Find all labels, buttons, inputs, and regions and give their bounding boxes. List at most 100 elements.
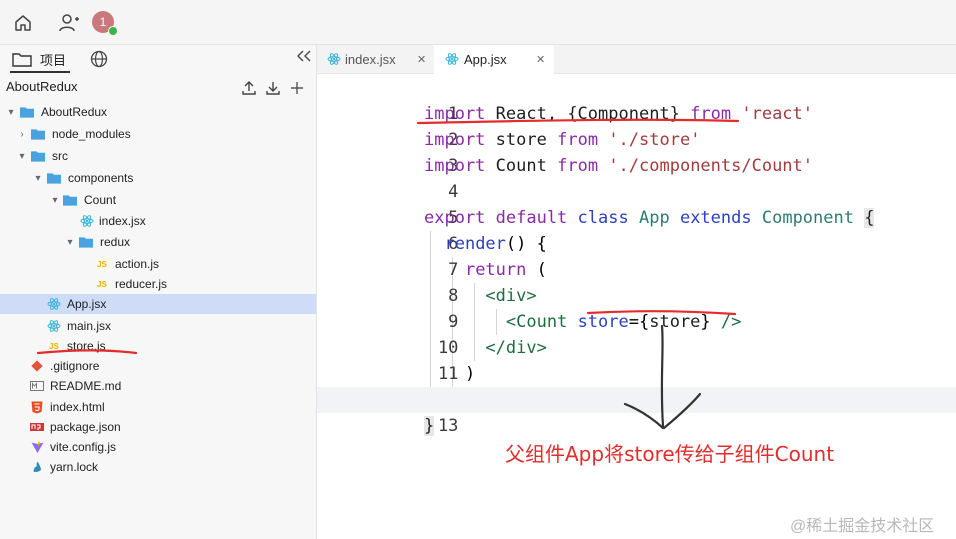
tree-item-gitignore[interactable]: .gitignore: [0, 356, 316, 376]
tree-item-count[interactable]: ▾ Count: [0, 190, 316, 210]
sidebar-tabs: 项目: [0, 45, 316, 73]
vite-icon: [30, 440, 44, 454]
watermark: @稀土掘金技术社区: [790, 518, 935, 535]
chevron-down-icon: ▾: [19, 150, 25, 162]
editor-tab-app-jsx[interactable]: App.jsx ✕: [434, 45, 554, 75]
code-line: 5 export default class App extends Compon…: [317, 179, 956, 228]
code-line: 10 </div>: [317, 309, 956, 358]
chevron-down-icon: ▾: [8, 106, 14, 118]
globe-icon[interactable]: [90, 49, 108, 69]
react-icon: [47, 319, 61, 333]
code-line: 12 }: [317, 361, 956, 410]
folder-icon: [12, 51, 32, 67]
tree-item-store-js[interactable]: JS store.js: [0, 336, 316, 356]
add-icon[interactable]: [288, 79, 306, 97]
download-icon[interactable]: [264, 79, 282, 97]
code-line: 9 <Count store={store} />: [317, 283, 956, 332]
close-icon[interactable]: ✕: [536, 53, 545, 66]
project-name: AboutRedux: [6, 79, 78, 94]
code-line: 1 import React, {Component} from 'react': [317, 75, 956, 124]
tree-item-label: index.jsx: [99, 214, 146, 228]
yarn-icon: [30, 460, 44, 474]
code-text: }: [424, 416, 435, 436]
tree-item-label: .gitignore: [50, 359, 100, 373]
tree-item-label: package.json: [50, 420, 121, 434]
folder-icon: [31, 149, 45, 163]
collapse-sidebar-icon[interactable]: [296, 49, 312, 68]
code-line: 2 import store from './store': [317, 101, 956, 150]
tree-item-node-modules[interactable]: › node_modules: [0, 124, 316, 144]
js-icon: JS: [97, 279, 107, 289]
tree-item-readme[interactable]: README.md: [0, 376, 316, 396]
tree-item-aboutredux[interactable]: ▾ AboutRedux: [0, 102, 316, 122]
home-icon[interactable]: [12, 12, 34, 34]
tree-item-label: reducer.js: [115, 277, 168, 291]
chevron-right-icon: ›: [20, 128, 24, 140]
line-number: 13: [437, 416, 459, 436]
tree-item-label: components: [68, 171, 134, 185]
chevron-down-icon: ▾: [67, 236, 73, 248]
tree-item-app-jsx[interactable]: App.jsx: [0, 294, 316, 314]
chevron-down-icon: ▾: [52, 194, 58, 206]
folder-icon: [20, 105, 34, 119]
tree-item-label: main.jsx: [67, 319, 112, 333]
add-user-icon[interactable]: [58, 12, 80, 34]
tree-item-main-jsx[interactable]: main.jsx: [0, 316, 316, 336]
editor-tab-bar: index.jsx ✕ App.jsx ✕: [317, 45, 956, 75]
tree-item-package-json[interactable]: package.json: [0, 417, 316, 437]
avatar-text: 1: [99, 15, 107, 29]
tree-item-src[interactable]: ▾ src: [0, 146, 316, 166]
folder-icon: [47, 171, 61, 185]
sidebar: 项目 AboutRedux ▾ AboutRedux › node_module…: [0, 45, 317, 539]
tree-item-label: App.jsx: [67, 297, 107, 311]
tree-item-label: index.html: [50, 400, 105, 414]
react-icon: [47, 297, 61, 311]
code-line: 8 <div>: [317, 257, 956, 306]
tree-item-label: AboutRedux: [41, 105, 108, 119]
online-status-dot: [108, 26, 118, 36]
react-icon: [327, 52, 341, 69]
tree-item-label: README.md: [50, 379, 122, 393]
editor-tab-label: App.jsx: [464, 51, 507, 67]
tree-item-label: redux: [100, 235, 131, 249]
js-icon: JS: [49, 341, 59, 351]
tree-item-label: store.js: [67, 339, 106, 353]
js-icon: JS: [97, 259, 107, 269]
react-icon: [445, 52, 459, 69]
code-line: 11 ): [317, 335, 956, 384]
folder-icon: [79, 235, 93, 249]
tree-item-label: Count: [84, 193, 117, 207]
editor-tab-index-jsx[interactable]: index.jsx ✕: [317, 45, 433, 73]
code-line: 6 render() {: [317, 205, 956, 254]
folder-icon: [63, 193, 77, 207]
tree-item-label: node_modules: [52, 127, 131, 141]
code-line-current: 13}: [317, 387, 956, 436]
markdown-icon: [30, 379, 44, 393]
editor-tab-label: index.jsx: [345, 51, 396, 67]
npm-icon: [30, 420, 44, 434]
tree-item-reducer-js[interactable]: JS reducer.js: [0, 274, 316, 294]
tab-project-label: 项目: [40, 52, 67, 68]
tree-item-action-js[interactable]: JS action.js: [0, 254, 316, 274]
code-line: 7 return (: [317, 231, 956, 280]
git-icon: [30, 359, 44, 373]
code-line: 4: [317, 153, 956, 202]
tree-item-index-html[interactable]: index.html: [0, 397, 316, 417]
tree-item-label: yarn.lock: [50, 460, 99, 474]
chevron-down-icon: ▾: [35, 172, 41, 184]
active-tab-indicator: [10, 71, 70, 73]
code-line: 3 import Count from './components/Count': [317, 127, 956, 176]
tab-project[interactable]: 项目: [12, 49, 66, 69]
tree-item-label: action.js: [115, 257, 160, 271]
tree-item-count-index-jsx[interactable]: index.jsx: [0, 211, 316, 231]
tree-item-components[interactable]: ▾ components: [0, 168, 316, 188]
project-header: AboutRedux: [0, 75, 316, 101]
close-icon[interactable]: ✕: [417, 53, 426, 66]
tree-item-yarn-lock[interactable]: yarn.lock: [0, 457, 316, 477]
react-icon: [80, 214, 94, 228]
tree-item-redux[interactable]: ▾ redux: [0, 232, 316, 252]
tree-item-vite-config[interactable]: vite.config.js: [0, 437, 316, 457]
tree-item-label: vite.config.js: [50, 440, 117, 454]
annotation-note: 父组件App将store传给子组件Count: [505, 442, 835, 466]
upload-icon[interactable]: [240, 79, 258, 97]
